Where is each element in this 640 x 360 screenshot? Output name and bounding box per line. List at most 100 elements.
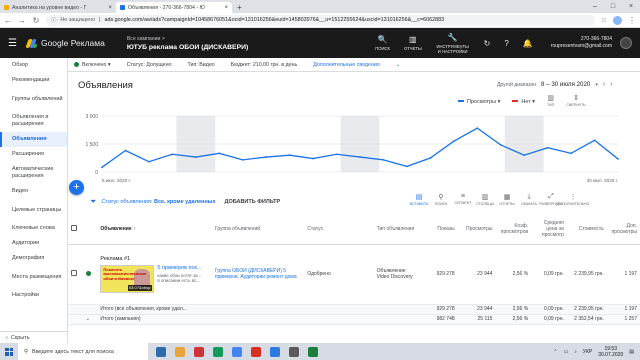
sidebar-item[interactable]: Обзор: [0, 58, 67, 73]
sidebar-item[interactable]: Места размещения: [0, 266, 67, 288]
campaign-state[interactable]: Включено ▾: [74, 61, 111, 68]
taskbar-search[interactable]: ⚲ Введите здесь текст для поиска: [18, 343, 148, 360]
add-ad-button[interactable]: +: [69, 180, 84, 195]
video-thumbnail[interactable]: Поклеить высококачественные обои в Ижевс…: [100, 264, 155, 293]
col-impressions[interactable]: Показы: [419, 214, 458, 245]
campaign-selector[interactable]: Все кампании > ЮТУБ реклама ОБОИ (ДИСКАВ…: [127, 36, 248, 51]
close-tab-icon[interactable]: ×: [224, 5, 228, 11]
col-view-rate[interactable]: Коэф. просмотров: [495, 214, 532, 245]
google-ads-logo[interactable]: Google Реклама: [25, 38, 105, 48]
url-field[interactable]: ⓘ Не защищено | ads.google.com/aw/ads?ca…: [46, 14, 595, 26]
tray-arrow-icon[interactable]: ⌃: [553, 349, 557, 355]
sidebar-item[interactable]: Настройки: [0, 288, 67, 303]
minimize-icon[interactable]: –: [586, 0, 604, 13]
network-icon[interactable]: ▭: [564, 349, 569, 355]
sidebar-item[interactable]: Рекомендации: [0, 73, 67, 88]
taskbar-app-icon[interactable]: [270, 346, 280, 357]
sidebar-item[interactable]: Видео: [0, 184, 67, 199]
account-info[interactable]: 270-366-7804 roupresentvam@gmail.com: [551, 36, 612, 50]
help-button[interactable]: ?: [504, 39, 508, 48]
row-status[interactable]: [82, 244, 98, 305]
next-period-icon[interactable]: ›: [610, 81, 612, 88]
col-extra-views[interactable]: Доп. просмотры: [606, 214, 640, 245]
col-avg-cpv[interactable]: Средняя цена за просмотр: [531, 214, 567, 245]
sidebar-item[interactable]: Целевые страницы: [0, 199, 67, 221]
tools-button[interactable]: 🔧 ИНСТРУМЕНТЫ И НАСТРОЙКИ: [436, 33, 470, 54]
row-checkbox[interactable]: [68, 244, 83, 305]
sidebar-item[interactable]: Объявления: [0, 132, 67, 147]
collapse-chart-button[interactable]: ⇕ СВЕРНУТЬ: [566, 95, 585, 108]
back-icon[interactable]: ←: [4, 16, 12, 25]
maximize-icon[interactable]: □: [604, 0, 622, 13]
col-type[interactable]: Тип объявления: [373, 214, 420, 245]
taskbar-app-icon[interactable]: [156, 346, 166, 357]
browser-menu-icon[interactable]: ⋮: [628, 16, 636, 25]
forward-icon[interactable]: →: [18, 16, 26, 25]
ad-cell[interactable]: Реклама #1 Поклеить высококачественные о…: [97, 244, 212, 305]
refresh-button[interactable]: ↻: [484, 39, 491, 48]
ad-headline[interactable]: 5 примеров пок...: [157, 265, 203, 271]
new-tab-button[interactable]: +: [232, 2, 247, 13]
sidebar-item[interactable]: Группы объявлений: [0, 88, 67, 110]
bookmark-star-icon[interactable]: ☆: [601, 16, 607, 24]
clock[interactable]: 19:53 30.07.2020: [598, 346, 623, 358]
close-tab-icon[interactable]: ×: [108, 5, 112, 11]
sidebar-item[interactable]: Расширения: [0, 147, 67, 162]
notifications-icon[interactable]: ▤: [629, 349, 634, 355]
col-ad-group[interactable]: Группа объявлений: [211, 214, 305, 245]
sidebar-item[interactable]: Ключевые слова: [0, 221, 67, 236]
status-filter-chip[interactable]: Статус объявления: Все, кроме удаленных: [101, 199, 215, 205]
expand-chevron-icon[interactable]: ⌄: [396, 62, 400, 68]
taskbar-app-icon[interactable]: [308, 346, 318, 357]
browser-tab-ads[interactable]: Объявления - 270-366-7804 - Ю ×: [116, 2, 232, 13]
metric2-selector[interactable]: Нет ▾: [512, 99, 535, 105]
taskbar-app-icon[interactable]: [213, 346, 223, 357]
toolbar-button[interactable]: ≡ СЕГМЕНТ: [454, 193, 472, 206]
toolbar-button[interactable]: ▦ ОТЧЕТЫ: [498, 193, 516, 206]
add-filter-button[interactable]: ДОБАВИТЬ ФИЛЬТР: [225, 199, 281, 205]
sidebar-collapse-button[interactable]: ‹ Скрыть: [0, 331, 68, 343]
toolbar-button[interactable]: ▤ ВСТАВИТЬ: [410, 193, 429, 206]
toolbar-button[interactable]: ⤓ СКАЧАТЬ: [520, 193, 538, 206]
profile-avatar[interactable]: [613, 15, 622, 25]
more-details-link[interactable]: Дополнительные сведения: [313, 62, 379, 68]
taskbar-app-icon[interactable]: [289, 346, 299, 357]
prev-period-icon[interactable]: ‹: [603, 81, 605, 88]
user-avatar[interactable]: [620, 37, 632, 49]
col-status[interactable]: Статус: [304, 214, 374, 245]
search-button[interactable]: 🔍 ПОИСК: [375, 35, 390, 51]
filter-icon[interactable]: ⏷: [90, 197, 96, 207]
toolbar-button[interactable]: ⋮ ДОПОЛНИТЕЛЬНО: [557, 193, 590, 206]
taskbar-app-icon[interactable]: [194, 346, 204, 357]
browser-tab-analytics[interactable]: Аналитика на уровне видео - Г ×: [0, 2, 116, 13]
language-indicator[interactable]: УКР: [583, 349, 592, 355]
sidebar-item[interactable]: Аудитории: [0, 236, 67, 251]
toolbar-button[interactable]: ▥ СТОЛБЦЫ: [476, 193, 494, 206]
close-window-icon[interactable]: ×: [622, 0, 640, 13]
expand-chevron-icon[interactable]: ⌄: [82, 314, 98, 325]
taskbar-app-icon[interactable]: [175, 346, 185, 357]
col-ad[interactable]: Объявление ↑: [97, 214, 212, 245]
dropdown-icon: ▾: [595, 81, 598, 88]
toolbar-button[interactable]: ⚲ ПОИСК: [432, 193, 450, 206]
taskbar-app-icon[interactable]: [251, 346, 261, 357]
menu-icon[interactable]: ☰: [8, 38, 17, 49]
ad-preview[interactable]: Поклеить высококачественные обои в Ижевс…: [100, 264, 208, 293]
sidebar-item[interactable]: Автоматические расширения: [0, 162, 67, 184]
col-cost[interactable]: Стоимость: [566, 214, 607, 245]
metric1-selector[interactable]: Просмотры ▾: [458, 99, 500, 105]
table-row[interactable]: Реклама #1 Поклеить высококачественные о…: [68, 244, 640, 305]
sidebar-item[interactable]: Демография: [0, 251, 67, 266]
volume-icon[interactable]: ♪: [574, 349, 577, 355]
chart-type-button[interactable]: ▥ ТИП: [547, 95, 554, 108]
reload-icon[interactable]: ↻: [32, 16, 40, 25]
taskbar-app-icon[interactable]: [232, 346, 242, 357]
start-button[interactable]: [0, 343, 18, 360]
col-views[interactable]: Просмотры: [457, 214, 496, 245]
date-range-picker[interactable]: Другой диапазон 8 – 30 июля 2020 ▾ ‹ ›: [497, 81, 613, 88]
ad-group-link[interactable]: Группа ОБОИ (ДИСКАВЕРИ) 5 примеров. Ауди…: [211, 244, 305, 305]
notifications-button[interactable]: 🔔: [523, 39, 533, 48]
select-all-checkbox[interactable]: [68, 214, 83, 245]
sidebar-item[interactable]: Объявления и расширения: [0, 110, 67, 132]
reports-button[interactable]: ▥ ОТЧЕТЫ: [404, 35, 422, 51]
